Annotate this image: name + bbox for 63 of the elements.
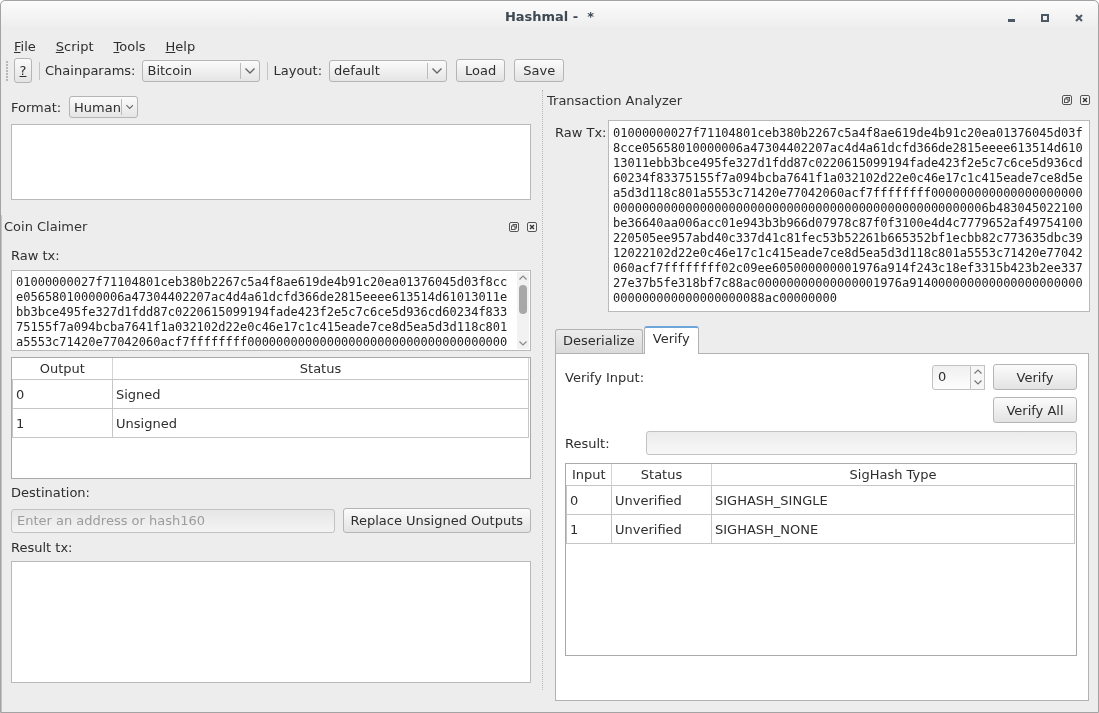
chevron-down-icon[interactable] bbox=[973, 380, 982, 386]
column-header: Status bbox=[112, 358, 529, 380]
close-icon[interactable] bbox=[1080, 95, 1090, 105]
table-cell: 1 bbox=[12, 408, 113, 438]
scrollbar[interactable] bbox=[517, 272, 529, 349]
replace-button[interactable]: Replace Unsigned Outputs bbox=[342, 508, 531, 533]
menu-item[interactable]: Tools bbox=[103, 36, 156, 56]
chevron-down-icon bbox=[432, 67, 443, 74]
scroll-down-icon[interactable] bbox=[519, 341, 527, 346]
column-header: Output bbox=[12, 358, 113, 380]
raw-tx-label: Raw Tx: bbox=[554, 125, 608, 142]
tab[interactable]: Verify bbox=[643, 326, 699, 354]
result-tx-label: Result tx: bbox=[11, 540, 74, 555]
verify-button[interactable]: Verify bbox=[993, 364, 1077, 390]
chainparams-dropdown[interactable]: Bitcoin bbox=[142, 59, 261, 82]
chevron-down-icon bbox=[125, 104, 133, 110]
menu-item[interactable]: File bbox=[4, 36, 46, 56]
panel-title: Coin Claimer bbox=[4, 219, 89, 234]
chainparams-label: Chainparams: bbox=[45, 63, 136, 78]
table-cell: 0 bbox=[12, 379, 113, 409]
help-button[interactable]: ? bbox=[14, 58, 32, 83]
result-label: Result: bbox=[565, 435, 611, 451]
scroll-up-icon[interactable] bbox=[519, 275, 527, 280]
table-cell: Unverified bbox=[611, 485, 712, 515]
format-dropdown[interactable]: Human bbox=[69, 96, 138, 118]
column-header: Status bbox=[611, 464, 712, 486]
column-header: SigHash Type bbox=[711, 464, 1075, 486]
save-button[interactable]: Save bbox=[514, 59, 565, 82]
tab[interactable]: Deserialize bbox=[555, 329, 643, 353]
verify-all-button[interactable]: Verify All bbox=[993, 397, 1077, 423]
scrollbar-thumb[interactable] bbox=[519, 285, 527, 314]
layout-dropdown[interactable]: default bbox=[329, 59, 448, 82]
destination-label: Destination: bbox=[11, 485, 91, 500]
raw-tx-label: Raw tx: bbox=[11, 248, 61, 263]
table-cell: SIGHASH_NONE bbox=[711, 514, 1075, 544]
menu-item[interactable]: Help bbox=[155, 36, 206, 56]
table-cell: 1 bbox=[566, 514, 612, 544]
minimize-icon[interactable] bbox=[1008, 18, 1015, 22]
table-cell: Unverified bbox=[611, 514, 712, 544]
table-cell: Unsigned bbox=[112, 408, 529, 438]
chevron-up-icon[interactable] bbox=[973, 368, 982, 374]
raw-tx-field[interactable]: 01000000027f71104801ceb380b2267c5a4f8ae619de4b91c20ea01376045d03f8cce05658010000006a47304402207ac4d4a61dcfd366de2815eeee613514d61013011ebb3bce495fe327d1fdd87c0220615099194fade423f2e5c7c6ce5d936cd60234f83375155f7a094bcba7641f1a032102d22e0c46e17c1c415eade7ce8d5ea5d3d118c801a5553c71420e77042060acf7ffffffff000000000000000000000000000000000000 bbox=[11, 270, 531, 351]
menu-item[interactable]: Script bbox=[45, 36, 104, 56]
layout-label: Layout: bbox=[273, 63, 323, 78]
close-icon[interactable] bbox=[527, 221, 537, 232]
column-header: Input bbox=[566, 464, 612, 486]
format-label: Format: bbox=[11, 99, 63, 115]
restore-icon[interactable] bbox=[509, 221, 519, 232]
table-cell: SIGHASH_SINGLE bbox=[711, 485, 1075, 515]
table-cell: 0 bbox=[566, 485, 612, 515]
destination-field[interactable]: Enter an address or hash160 bbox=[11, 508, 335, 533]
table-cell: Signed bbox=[112, 379, 529, 409]
close-icon[interactable] bbox=[1075, 13, 1083, 22]
panel-title: Transaction Analyzer bbox=[547, 92, 684, 108]
window-title: Hashmal - * bbox=[504, 8, 595, 24]
result-tx-field[interactable] bbox=[11, 561, 531, 683]
result-field[interactable] bbox=[646, 431, 1077, 455]
chevron-down-icon bbox=[245, 67, 256, 74]
raw-tx-field[interactable]: 01000000027f71104801ceb380b2267c5a4f8ae619de4b91c20ea01376045d03f8cce05658010000006a47304402207ac4d4a61dcfd366de2815eeee613514d61013011ebb3bce495fe327d1fdd87c0220615099194fade423f2e5c7c6ce5d936cd60234f83375155f7a094bcba7641f1a032102d22e0c46e17c1c415eade7ce8d5ea5d3d118c801a5553c71420e77042060acf7ffffffff0000000000000000000000000000000000000000000000000000000000000000000000006b483045022100be36640aa006acc01e943b3b966d07978c87f0f3100e4d4c7779652af49754100220505ee957abd40c337d41c81fec53b52261b665352bf1ecbb82c773635dbc3912022102d22e0c46e17c1c415eade7ce8d5ea5d3d118c801a5553c71420e77042060acf7ffffffff02c09ee605000000001976a914f243c18ef3315b423b2ee33727e37b5fe318bf7c88ac00000000000000001976a914000000000000000000000000000000000000000088ac00000000 bbox=[608, 120, 1090, 312]
verify-input-label: Verify Input: bbox=[565, 369, 645, 385]
maximize-icon[interactable] bbox=[1041, 13, 1049, 22]
load-button[interactable]: Load bbox=[456, 59, 506, 82]
restore-icon[interactable] bbox=[1062, 95, 1072, 105]
